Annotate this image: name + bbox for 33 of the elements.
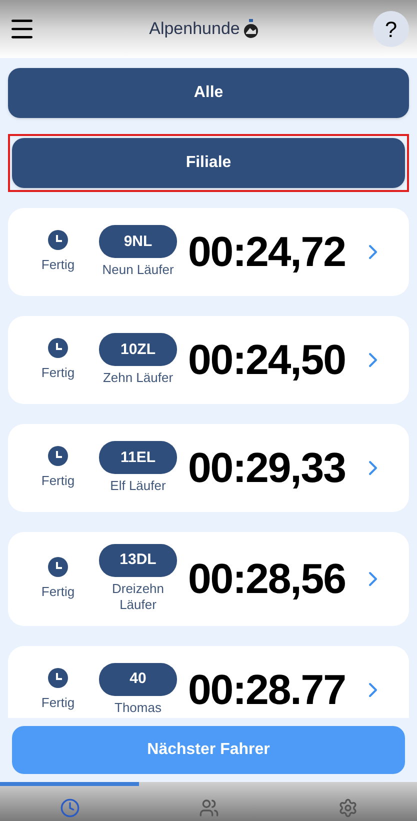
app-title: Alpenhunde: [149, 18, 240, 40]
runner-code: 10ZL: [99, 333, 177, 366]
runner-code: 13DL: [99, 544, 177, 577]
help-button[interactable]: ?: [372, 11, 409, 47]
run-time: 00:28.77: [188, 668, 346, 710]
clock-icon: [47, 337, 69, 360]
filter-button[interactable]: Alle: [8, 68, 409, 118]
status-label: Fertig: [41, 364, 75, 382]
status-label: Fertig: [41, 694, 75, 712]
runner-code: 9NL: [99, 225, 177, 258]
clock-icon: [47, 445, 69, 468]
clock-icon: [47, 229, 69, 252]
runner-name: Zehn Läufer: [102, 370, 174, 387]
run-card[interactable]: Fertig 13DL Dreizehn Läufer 00:28,56: [8, 532, 409, 626]
status-label: Fertig: [41, 256, 75, 274]
run-time: 00:28,56: [188, 558, 346, 600]
runner-name: Thomas: [114, 700, 162, 716]
runner-code: 40: [99, 662, 177, 696]
runner-name: Neun Läufer: [102, 262, 174, 279]
run-time: 00:24,50: [188, 339, 346, 381]
status-label: Fertig: [41, 583, 75, 601]
run-card[interactable]: Fertig 40 Thomas 00:28.77: [8, 646, 409, 718]
stopwatch-icon: [242, 19, 260, 39]
run-card[interactable]: Fertig 11EL Elf Läufer 00:29,33: [8, 424, 409, 512]
clock-icon: [47, 666, 69, 689]
clock-icon: [47, 556, 69, 578]
filter-button[interactable]: Filiale: [12, 138, 405, 188]
status-label: Fertig: [41, 472, 75, 490]
runner-code: 11EL: [99, 441, 177, 474]
run-time: 00:24,72: [188, 231, 346, 273]
runner-name: Elf Läufer: [110, 478, 166, 495]
runner-name: Dreizehn Läufer: [110, 581, 166, 614]
run-time: 00:29,33: [188, 447, 346, 489]
